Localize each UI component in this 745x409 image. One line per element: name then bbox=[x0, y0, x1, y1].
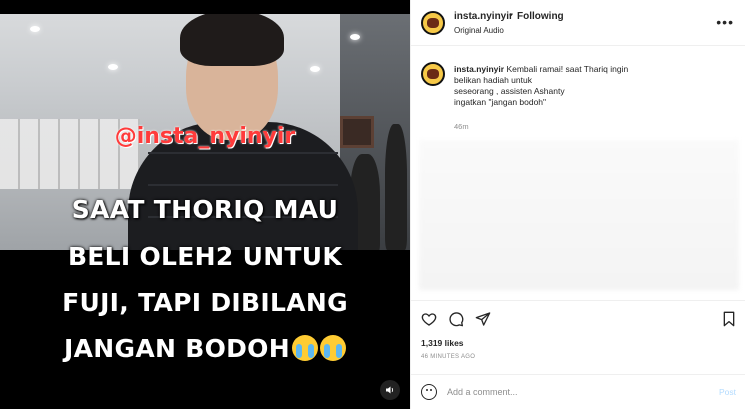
caption-text: insta.nyinyir Kembali ramai! saat Thariq… bbox=[454, 64, 704, 108]
audio-link[interactable]: Original Audio bbox=[454, 26, 504, 35]
post-panel: insta.nyinyir • Following Original Audio… bbox=[410, 0, 745, 409]
caption-avatar[interactable] bbox=[421, 62, 445, 86]
following-button[interactable]: Following bbox=[517, 11, 564, 22]
comment-input[interactable] bbox=[447, 383, 697, 401]
caption-line: Kembali ramai! saat Thariq ingin bbox=[506, 64, 629, 74]
more-options-icon[interactable]: ••• bbox=[716, 14, 734, 30]
heart-icon[interactable] bbox=[421, 311, 437, 327]
caption-line: ingatkan "jangan bodoh" bbox=[454, 97, 547, 107]
overlay-handle: @insta_nyinyir bbox=[114, 124, 296, 149]
video-caption-line-last: JANGAN BODOH bbox=[0, 334, 410, 363]
video-caption-text: JANGAN BODOH bbox=[64, 334, 290, 363]
bookmark-icon[interactable] bbox=[721, 311, 737, 327]
video-caption-line: FUJI, TAPI DIBILANG bbox=[62, 288, 348, 317]
likes-count[interactable]: 1,319 likes bbox=[421, 338, 464, 348]
caption-username[interactable]: insta.nyinyir bbox=[454, 64, 504, 74]
ceiling-light bbox=[30, 26, 40, 32]
hair bbox=[180, 14, 284, 66]
comment-icon[interactable] bbox=[448, 311, 464, 327]
crying-face-icon bbox=[319, 335, 346, 361]
separator-dot: • bbox=[509, 10, 513, 21]
caption-line: seseorang , assisten Ashanty bbox=[454, 86, 565, 96]
blurred-comments bbox=[419, 140, 739, 290]
share-icon[interactable] bbox=[475, 311, 491, 327]
action-bar bbox=[411, 300, 745, 336]
avatar[interactable] bbox=[421, 11, 445, 35]
header-username[interactable]: insta.nyinyir bbox=[454, 11, 513, 22]
ceiling-light bbox=[108, 64, 118, 70]
post-header: insta.nyinyir • Following Original Audio… bbox=[411, 0, 745, 46]
speaker-icon[interactable] bbox=[380, 380, 400, 400]
caption-timestamp: 46m bbox=[454, 122, 469, 131]
post-comment-button[interactable]: Post bbox=[719, 387, 736, 397]
caption-line: belikan hadiah untuk bbox=[454, 75, 532, 85]
comment-bar: Post bbox=[411, 374, 745, 409]
video-caption-line: SAAT THORIQ MAU bbox=[71, 195, 339, 224]
post-age: 46 MINUTES AGO bbox=[421, 354, 476, 360]
post-media[interactable]: @insta_nyinyir SAAT THORIQ MAU BELI OLEH… bbox=[0, 0, 410, 409]
emoji-icon[interactable] bbox=[421, 384, 437, 400]
crying-face-icon bbox=[291, 335, 318, 361]
video-caption-line: BELI OLEH2 UNTUK bbox=[67, 242, 343, 271]
